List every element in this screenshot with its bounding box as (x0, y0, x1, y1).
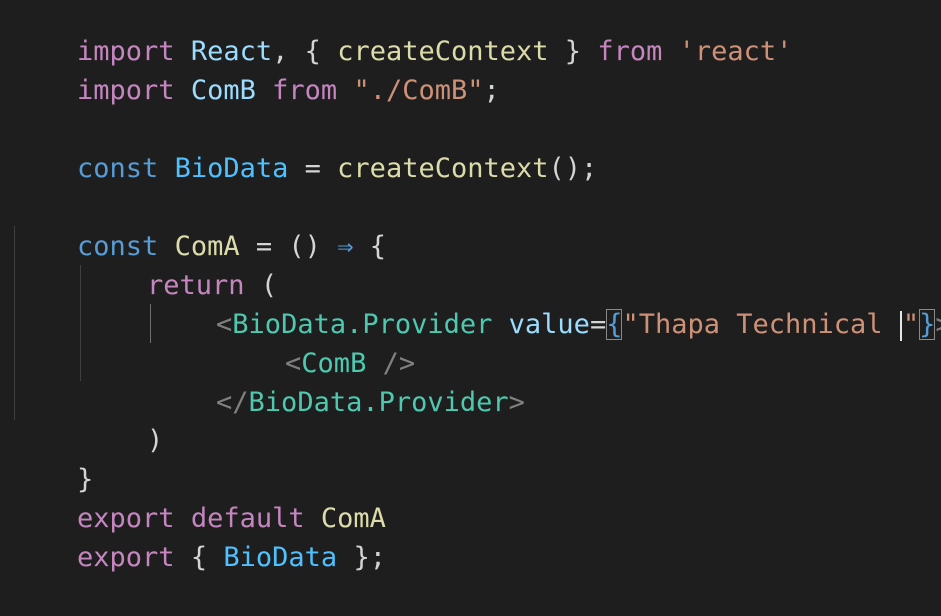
brace-close: } (564, 36, 582, 67)
string-thapa-technical: "Thapa Technical (622, 309, 899, 340)
brace-open: { (369, 231, 386, 262)
code-line-7[interactable]: return ( (82, 227, 277, 301)
code-line-8[interactable]: <BioData.Provider value={"Thapa Technica… (151, 266, 941, 341)
operator-equals: = (304, 153, 321, 184)
code-line-6[interactable]: const ComA = () ⇒ { (12, 188, 386, 262)
code-line-14[interactable]: export { BioData }; (12, 499, 386, 573)
keyword-const: const (77, 153, 159, 184)
paren-close: ) (147, 425, 164, 456)
jsx-closing-angle-open: </ (216, 387, 249, 418)
keyword-import: import (77, 75, 175, 106)
function-createcontext: createContext (337, 153, 549, 184)
operator-equals: = (589, 309, 607, 340)
brace-close-matched: } (919, 309, 936, 340)
string-comb-path: "./ComB" (353, 75, 484, 106)
code-line-13[interactable]: export default ComA (12, 460, 386, 534)
params-parens: () (288, 231, 321, 262)
code-line-2[interactable]: import ComB from "./ComB"; (12, 32, 500, 106)
brace-open-matched: { (606, 309, 623, 340)
identifier-comb: ComB (190, 75, 256, 106)
string-react: 'react' (678, 36, 793, 67)
code-line-10[interactable]: </BioData.Provider> (151, 344, 525, 418)
indent-guide (80, 265, 81, 381)
variable-biodata: BioData (174, 153, 289, 184)
code-line-11[interactable]: ) (82, 382, 163, 456)
arrow-operator: ⇒ (337, 231, 354, 262)
jsx-angle-close: > (935, 309, 941, 340)
code-line-12[interactable]: } (12, 421, 93, 495)
string-quote-close: " (902, 309, 920, 340)
code-line-4[interactable]: const BioData = createContext(); (12, 110, 597, 184)
jsx-attr-value: value (508, 309, 590, 340)
call-parens: (); (548, 153, 598, 184)
jsx-angle-close: > (508, 387, 525, 418)
jsx-tag-biodata-provider: BioData.Provider (248, 387, 509, 418)
code-line-1[interactable]: import React, { createContext } from 're… (12, 0, 792, 67)
keyword-from: from (272, 75, 338, 106)
keyword-from: from (597, 36, 663, 67)
text-cursor (899, 310, 902, 341)
code-line-9[interactable]: <ComB /> (220, 305, 415, 379)
semicolon: ; (483, 75, 500, 106)
code-editor[interactable]: import React, { createContext } from 're… (0, 0, 941, 573)
